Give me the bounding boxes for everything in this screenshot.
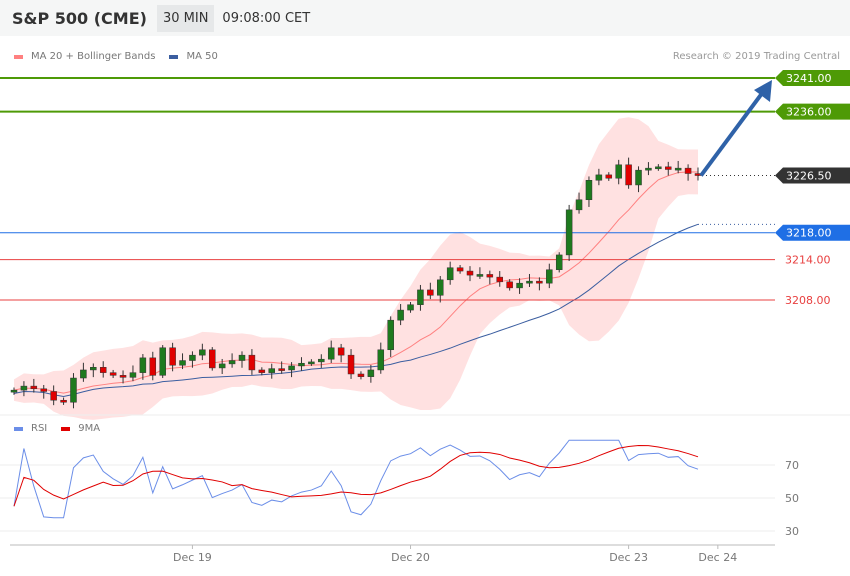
bollinger-band	[14, 117, 698, 420]
rsi-tick-label: 70	[785, 459, 799, 472]
date-label: Dec 23	[609, 551, 648, 564]
candle	[159, 345, 166, 379]
level-label: 3214.00	[785, 254, 831, 267]
candle	[209, 347, 216, 371]
rsi-tick-label: 50	[785, 492, 799, 505]
level-label: 3208.00	[785, 294, 831, 307]
rsi-tick-label: 30	[785, 525, 799, 538]
level-label: 3236.00	[786, 106, 832, 119]
date-label: Dec 20	[391, 551, 430, 564]
rsi-ma-line	[13, 445, 699, 507]
level-label: 3226.50	[786, 170, 832, 183]
rsi-line	[13, 439, 699, 519]
level-label: 3218.00	[786, 227, 832, 240]
date-label: Dec 24	[698, 551, 737, 564]
level-label: 3241.00	[786, 72, 832, 85]
forecast-arrow	[699, 90, 765, 177]
date-label: Dec 19	[173, 551, 212, 564]
candle	[555, 252, 563, 273]
price-chart[interactable]: 3241.00 3236.00 3226.50 3218.00 3214.00 3208.…	[0, 0, 850, 576]
candle	[565, 204, 573, 261]
